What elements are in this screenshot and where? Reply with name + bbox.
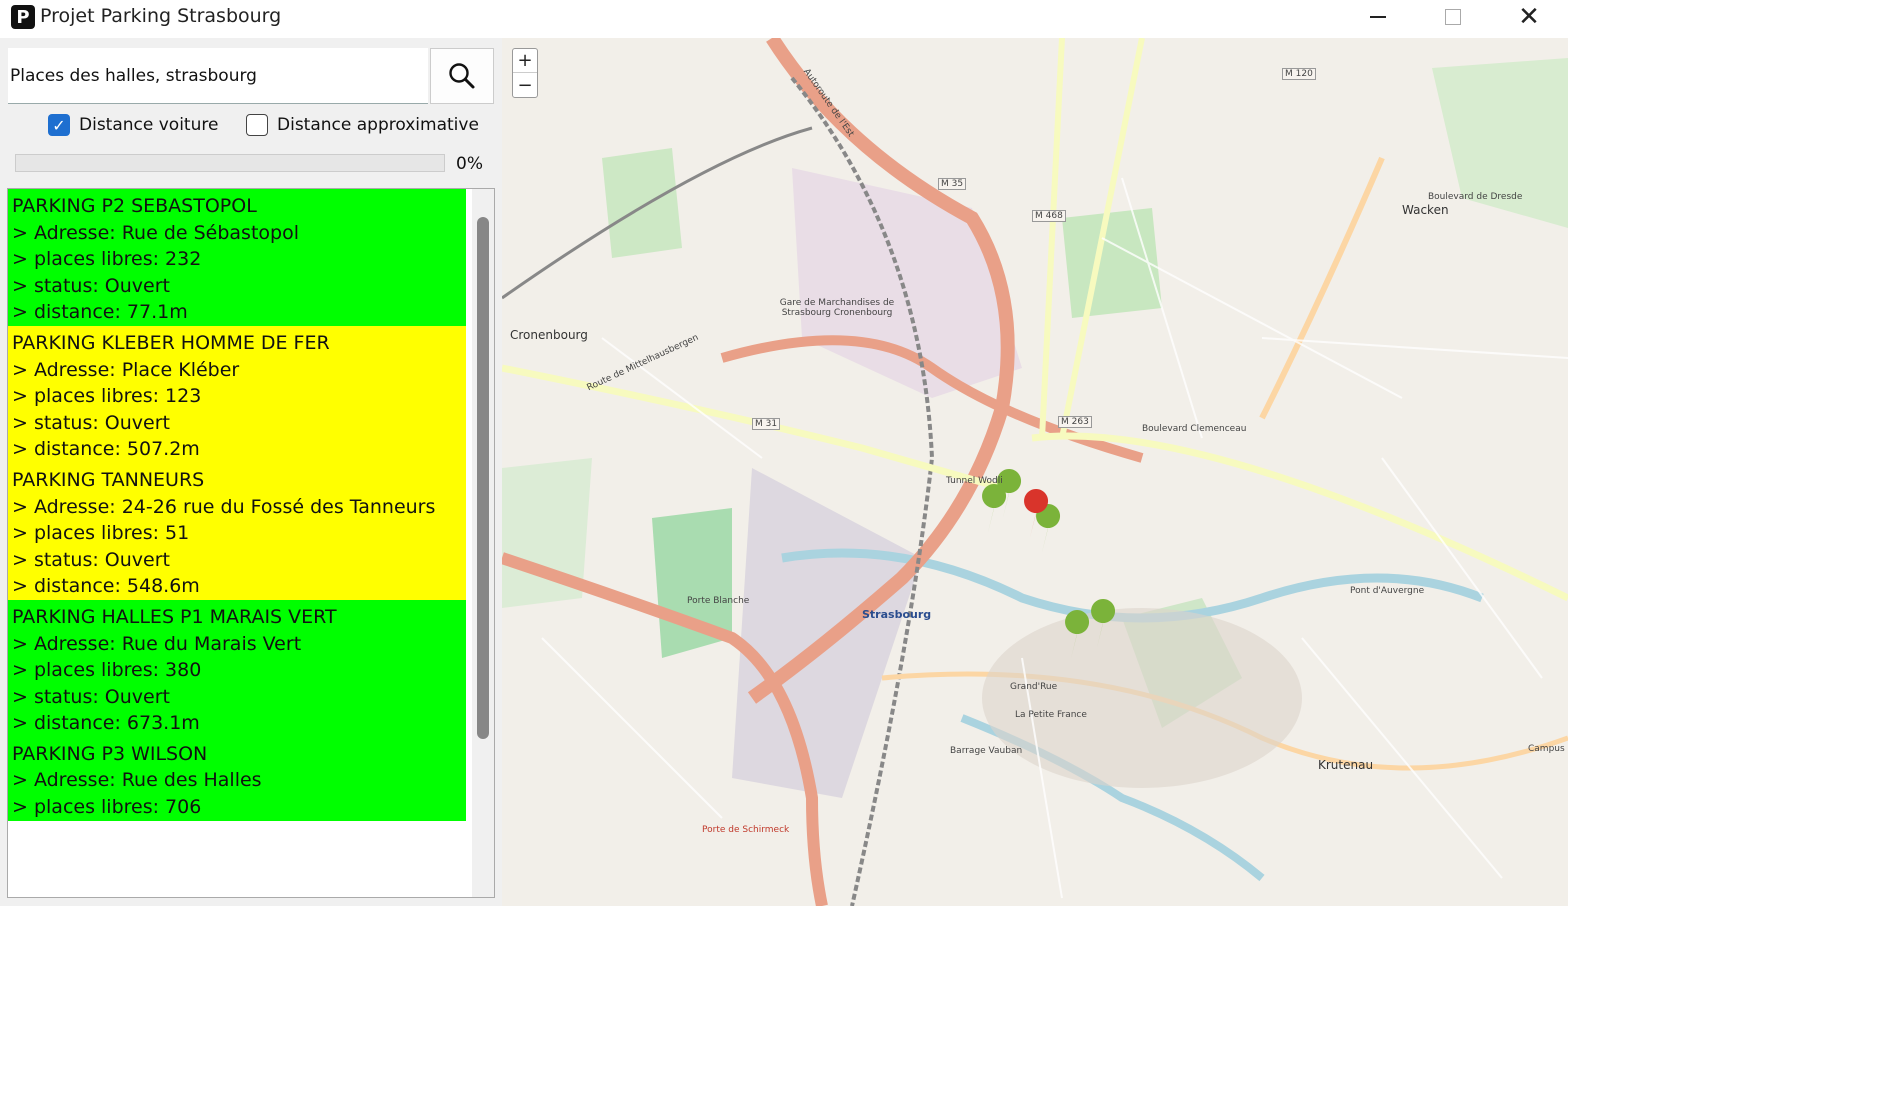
zoom-out-button[interactable]: − bbox=[513, 73, 537, 97]
approx-distance-label: Distance approximative bbox=[277, 115, 479, 135]
parking-entry[interactable]: PARKING P2 SEBASTOPOL > Adresse: Rue de S… bbox=[8, 189, 466, 326]
map-label: Gare de Marchandises de Strasbourg Crone… bbox=[779, 298, 895, 318]
parking-name: PARKING KLEBER HOMME DE FER bbox=[12, 331, 330, 354]
map-label: M 468 bbox=[1032, 210, 1066, 222]
search-input[interactable]: Places des halles, strasbourg bbox=[8, 48, 428, 104]
minimize-icon bbox=[1370, 16, 1386, 18]
scrollbar-thumb[interactable] bbox=[477, 217, 489, 739]
progress-bar bbox=[15, 154, 445, 172]
unchecked-box-icon bbox=[246, 114, 268, 136]
map-label: Pont d'Auvergne bbox=[1350, 586, 1425, 596]
parking-free: > places libres: 123 bbox=[12, 385, 202, 408]
parking-distance: > distance: 673.1m bbox=[12, 712, 200, 735]
driving-distance-label: Distance voiture bbox=[79, 115, 219, 135]
parking-free: > places libres: 51 bbox=[12, 522, 190, 545]
map-label: Boulevard Clemenceau bbox=[1142, 424, 1247, 434]
close-icon: ✕ bbox=[1518, 2, 1540, 32]
parking-entry[interactable]: PARKING P3 WILSON > Adresse: Rue des Hall… bbox=[8, 736, 466, 821]
parking-status: > status: Ouvert bbox=[12, 685, 170, 708]
zoom-in-button[interactable]: + bbox=[513, 49, 537, 73]
parking-list[interactable]: PARKING P2 SEBASTOPOL > Adresse: Rue de S… bbox=[7, 188, 495, 898]
title-bar: P Projet Parking Strasbourg ✕ bbox=[0, 0, 1568, 38]
map-label: Boulevard de Dresde bbox=[1428, 192, 1523, 202]
maximize-button[interactable] bbox=[1418, 0, 1488, 34]
app-parking-icon: P bbox=[11, 5, 35, 29]
parking-entry[interactable]: PARKING TANNEURS > Adresse: 24-26 rue du … bbox=[8, 462, 466, 600]
parking-distance: > distance: 548.6m bbox=[12, 575, 200, 598]
parking-address: > Adresse: Place Kléber bbox=[12, 358, 240, 381]
parking-entry[interactable]: PARKING KLEBER HOMME DE FER > Adresse: Pl… bbox=[8, 325, 466, 463]
parking-address: > Adresse: Rue de Sébastopol bbox=[12, 221, 299, 244]
parking-address: > Adresse: Rue du Marais Vert bbox=[12, 632, 302, 655]
parking-status: > status: Ouvert bbox=[12, 411, 170, 434]
parking-name: PARKING TANNEURS bbox=[12, 468, 205, 491]
map-label: M 35 bbox=[938, 178, 967, 190]
map-label: Wacken bbox=[1402, 203, 1449, 217]
parking-free: > places libres: 232 bbox=[12, 248, 202, 271]
close-button[interactable]: ✕ bbox=[1494, 0, 1564, 34]
parking-distance: > distance: 507.2m bbox=[12, 438, 200, 461]
map-view[interactable]: + − Strasbourg Cronenbourg Wacken Kruten… bbox=[502, 38, 1568, 906]
parking-name: PARKING P3 WILSON bbox=[12, 742, 208, 765]
parking-address: > Adresse: Rue des Halles bbox=[12, 769, 262, 792]
parking-address: > Adresse: 24-26 rue du Fossé des Tanneu… bbox=[12, 495, 436, 518]
minimize-button[interactable] bbox=[1343, 0, 1413, 34]
driving-distance-checkbox[interactable]: ✓ Distance voiture bbox=[48, 114, 218, 136]
map-label: Porte de Schirmeck bbox=[702, 825, 790, 835]
map-label: Strasbourg bbox=[862, 608, 932, 621]
map-label: La Petite France bbox=[1015, 710, 1087, 720]
map-label: Campus Centre bbox=[1528, 744, 1568, 754]
map-label: Cronenbourg bbox=[510, 328, 588, 342]
checkmark-icon: ✓ bbox=[48, 114, 70, 136]
parking-free: > places libres: 706 bbox=[12, 796, 202, 819]
map-label: M 120 bbox=[1282, 68, 1316, 80]
map-label: Porte Blanche bbox=[687, 596, 750, 606]
list-scrollbar[interactable] bbox=[472, 189, 494, 897]
map-label: Krutenau bbox=[1318, 758, 1374, 772]
parking-entries: PARKING P2 SEBASTOPOL > Adresse: Rue de S… bbox=[8, 189, 494, 821]
left-panel: Places des halles, strasbourg ✓ Distance… bbox=[0, 38, 502, 906]
zoom-control: + − bbox=[512, 48, 538, 98]
map-label: Tunnel Wodli bbox=[946, 476, 1003, 486]
map-background bbox=[502, 38, 1568, 906]
map-label: Barrage Vauban bbox=[950, 746, 1023, 756]
parking-status: > status: Ouvert bbox=[12, 548, 170, 571]
parking-name: PARKING HALLES P1 MARAIS VERT bbox=[12, 605, 337, 628]
parking-free: > places libres: 380 bbox=[12, 659, 202, 682]
map-label: M 263 bbox=[1058, 416, 1092, 428]
parking-name: PARKING P2 SEBASTOPOL bbox=[12, 195, 257, 217]
parking-distance: > distance: 77.1m bbox=[12, 301, 188, 324]
parking-entry[interactable]: PARKING HALLES P1 MARAIS VERT > Adresse: … bbox=[8, 599, 466, 737]
window-title: Projet Parking Strasbourg bbox=[40, 5, 282, 27]
search-icon bbox=[449, 63, 475, 89]
maximize-icon bbox=[1445, 9, 1461, 25]
map-label: Grand'Rue bbox=[1010, 682, 1058, 692]
parking-status: > status: Ouvert bbox=[12, 274, 170, 297]
map-label: M 31 bbox=[752, 418, 781, 430]
search-button[interactable] bbox=[430, 48, 494, 104]
approx-distance-checkbox[interactable]: Distance approximative bbox=[246, 114, 479, 136]
progress-label: 0% bbox=[456, 154, 483, 174]
